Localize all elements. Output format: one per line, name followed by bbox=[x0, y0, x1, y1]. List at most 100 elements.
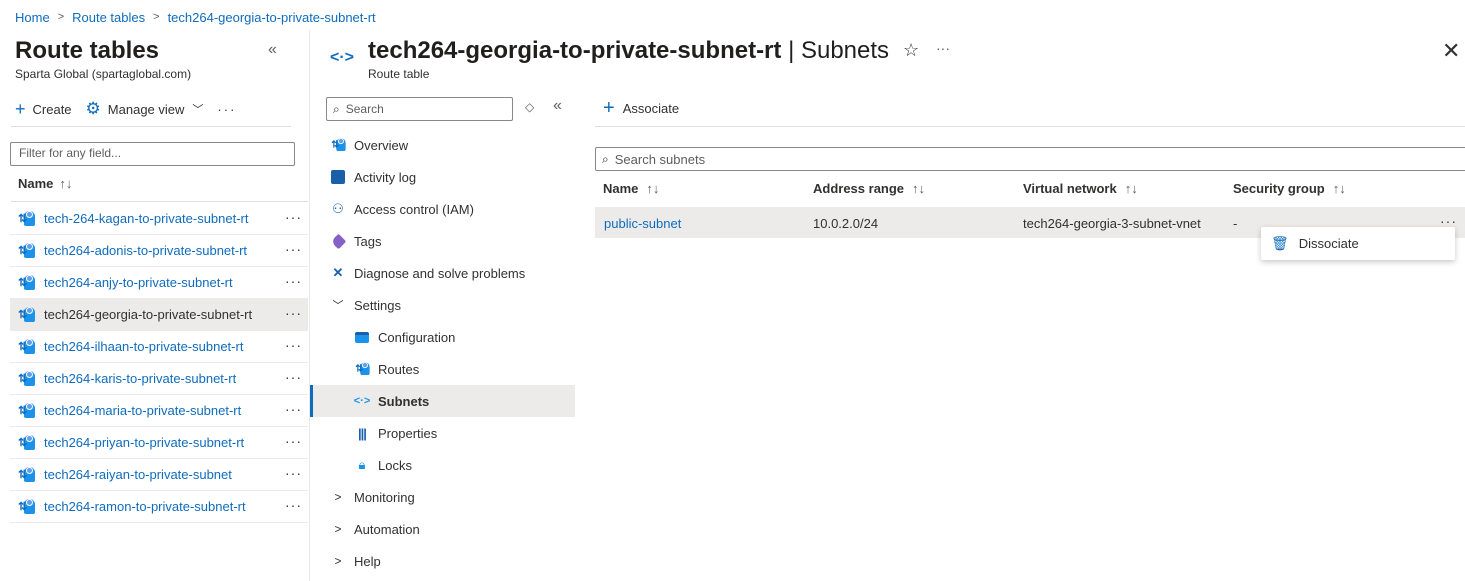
route-table-icon: ⇅ bbox=[18, 242, 36, 260]
manage-view-label: Manage view bbox=[107, 101, 185, 117]
menu-item-activity-log[interactable]: Activity log bbox=[310, 161, 575, 193]
menu-item-iam[interactable]: ⚇ Access control (IAM) bbox=[310, 193, 575, 225]
menu-item-tags[interactable]: Tags bbox=[310, 225, 575, 257]
overview-icon: ⇅ bbox=[330, 137, 346, 153]
route-table-list: ⇅ tech-264-kagan-to-private-subnet-rt ··· ⇅… bbox=[10, 203, 308, 523]
route-table-link[interactable]: tech-264-kagan-to-private-subnet-rt bbox=[44, 211, 249, 226]
create-button[interactable]: + Create bbox=[15, 100, 72, 118]
collapse-menu-icon[interactable]: « bbox=[553, 97, 562, 115]
route-table-link[interactable]: tech264-priyan-to-private-subnet-rt bbox=[44, 435, 244, 450]
more-icon[interactable]: ··· bbox=[285, 497, 302, 513]
menu-item-label: Routes bbox=[378, 361, 420, 377]
column-header-name[interactable]: Name ↑↓ bbox=[603, 181, 659, 196]
list-item[interactable]: ⇅ tech-264-kagan-to-private-subnet-rt ··· bbox=[10, 203, 308, 235]
resource-menu: ⇅ Overview Activity log ⚇ Access control… bbox=[310, 129, 575, 577]
route-table-link[interactable]: tech264-georgia-to-private-subnet-rt bbox=[44, 307, 252, 322]
more-icon[interactable]: ··· bbox=[285, 433, 302, 449]
more-icon[interactable]: ··· bbox=[936, 40, 950, 56]
menu-item-routes[interactable]: ⇅ Routes bbox=[310, 353, 575, 385]
route-table-link[interactable]: tech264-adonis-to-private-subnet-rt bbox=[44, 243, 247, 258]
chevron-down-icon: ﹀ bbox=[192, 104, 204, 116]
list-item[interactable]: ⇅ tech264-georgia-to-private-subnet-rt ··· bbox=[10, 299, 308, 331]
menu-search-input[interactable]: ⌕ Search bbox=[326, 97, 513, 121]
blade-toolbar: + Create ⚙ Manage view ﹀ ··· bbox=[15, 96, 291, 122]
subnet-search-input[interactable]: ⌕ Search subnets bbox=[595, 147, 1465, 171]
menu-group-settings[interactable]: ﹀ Settings bbox=[310, 289, 575, 321]
more-icon[interactable]: ··· bbox=[285, 241, 302, 257]
section-name: Subnets bbox=[800, 37, 890, 64]
list-item[interactable]: ⇅ tech264-adonis-to-private-subnet-rt ··· bbox=[10, 235, 308, 267]
menu-item-overview[interactable]: ⇅ Overview bbox=[310, 129, 575, 161]
dissociate-menu-item[interactable]: Dissociate bbox=[1299, 236, 1359, 251]
chevron-right-icon: > bbox=[334, 554, 342, 568]
more-icon[interactable]: ··· bbox=[285, 305, 302, 321]
sort-icon: ↑↓ bbox=[1124, 181, 1138, 196]
menu-group-automation[interactable]: > Automation bbox=[310, 513, 575, 545]
chevron-right-icon: > bbox=[57, 11, 65, 23]
more-icon[interactable]: ··· bbox=[285, 369, 302, 385]
menu-group-help[interactable]: > Help bbox=[310, 545, 575, 577]
menu-item-configuration[interactable]: Configuration bbox=[310, 321, 575, 353]
breadcrumb-current[interactable]: tech264-georgia-to-private-subnet-rt bbox=[168, 10, 376, 25]
column-header-virtual-network[interactable]: Virtual network ↑↓ bbox=[1023, 181, 1138, 196]
sort-icon: ↑↓ bbox=[912, 181, 926, 196]
route-table-link[interactable]: tech264-raiyan-to-private-subnet bbox=[44, 467, 232, 482]
list-item[interactable]: ⇅ tech264-maria-to-private-subnet-rt ··· bbox=[10, 395, 308, 427]
chevron-right-icon: > bbox=[334, 490, 342, 504]
route-table-link[interactable]: tech264-maria-to-private-subnet-rt bbox=[44, 403, 241, 418]
page-title: tech264-georgia-to-private-subnet-rt | S… bbox=[368, 37, 889, 65]
filter-input[interactable]: Filter for any field... bbox=[10, 142, 295, 166]
route-table-icon: ⇅ bbox=[18, 402, 36, 420]
expand-collapse-icon[interactable]: ◇ bbox=[525, 100, 534, 114]
plus-icon: + bbox=[15, 99, 26, 119]
list-item[interactable]: ⇅ tech264-ramon-to-private-subnet-rt ··· bbox=[10, 491, 308, 523]
menu-item-label: Subnets bbox=[378, 393, 430, 409]
manage-view-button[interactable]: ⚙ Manage view ﹀ bbox=[86, 100, 204, 118]
associate-button[interactable]: + Associate bbox=[603, 98, 679, 118]
list-item[interactable]: ⇅ tech264-raiyan-to-private-subnet ··· bbox=[10, 459, 308, 491]
column-header-address-range[interactable]: Address range ↑↓ bbox=[813, 181, 925, 196]
more-icon[interactable]: ··· bbox=[285, 273, 302, 289]
more-icon[interactable]: ··· bbox=[285, 465, 302, 481]
list-item[interactable]: ⇅ tech264-ilhaan-to-private-subnet-rt ··· bbox=[10, 331, 308, 363]
more-icon[interactable]: ··· bbox=[285, 337, 302, 353]
route-table-link[interactable]: tech264-ilhaan-to-private-subnet-rt bbox=[44, 339, 243, 354]
menu-item-subnets[interactable]: <·> Subnets bbox=[310, 385, 575, 417]
column-header-security-group[interactable]: Security group ↑↓ bbox=[1233, 181, 1346, 196]
column-header-name[interactable]: Name ↑↓ bbox=[18, 176, 72, 191]
more-icon[interactable]: ··· bbox=[217, 102, 236, 117]
menu-item-properties[interactable]: ||| Properties bbox=[310, 417, 575, 449]
list-item[interactable]: ⇅ tech264-anjy-to-private-subnet-rt ··· bbox=[10, 267, 308, 299]
route-table-link[interactable]: tech264-karis-to-private-subnet-rt bbox=[44, 371, 236, 386]
menu-group-monitoring[interactable]: > Monitoring bbox=[310, 481, 575, 513]
route-table-link[interactable]: tech264-anjy-to-private-subnet-rt bbox=[44, 275, 233, 290]
search-icon: ⌕ bbox=[333, 101, 340, 116]
route-table-link[interactable]: tech264-ramon-to-private-subnet-rt bbox=[44, 499, 246, 514]
route-table-icon: ⇅ bbox=[18, 306, 36, 324]
collapse-icon[interactable]: « bbox=[268, 41, 277, 59]
column-header-label: Name bbox=[18, 176, 54, 191]
tag-icon bbox=[330, 233, 346, 249]
breadcrumb-home[interactable]: Home bbox=[15, 10, 50, 25]
column-header-label: Address range bbox=[813, 181, 905, 196]
route-table-icon: ⇅ bbox=[18, 434, 36, 452]
route-table-icon: ⇅ bbox=[18, 466, 36, 484]
close-icon[interactable]: ✕ bbox=[1442, 38, 1460, 64]
sort-icon: ↑↓ bbox=[646, 181, 660, 196]
more-icon[interactable]: ··· bbox=[285, 401, 302, 417]
resource-name: tech264-georgia-to-private-subnet-rt bbox=[368, 37, 782, 64]
star-icon[interactable]: ☆ bbox=[903, 40, 919, 61]
list-item[interactable]: ⇅ tech264-priyan-to-private-subnet-rt ··· bbox=[10, 427, 308, 459]
menu-item-diagnose[interactable]: ✕ Diagnose and solve problems bbox=[310, 257, 575, 289]
create-label: Create bbox=[32, 101, 72, 117]
list-item[interactable]: ⇅ tech264-karis-to-private-subnet-rt ··· bbox=[10, 363, 308, 395]
breadcrumb-route-tables[interactable]: Route tables bbox=[72, 10, 145, 25]
menu-item-label: Monitoring bbox=[354, 489, 415, 505]
subnets-resource-icon: <·> bbox=[330, 49, 355, 66]
subnet-name-link[interactable]: public-subnet bbox=[604, 216, 681, 231]
more-icon[interactable]: ··· bbox=[285, 209, 302, 225]
menu-item-locks[interactable]: 🔒︎ Locks bbox=[310, 449, 575, 481]
route-table-icon: ⇅ bbox=[18, 498, 36, 516]
chevron-right-icon: > bbox=[153, 11, 160, 23]
chevron-down-icon: ﹀ bbox=[332, 300, 344, 312]
